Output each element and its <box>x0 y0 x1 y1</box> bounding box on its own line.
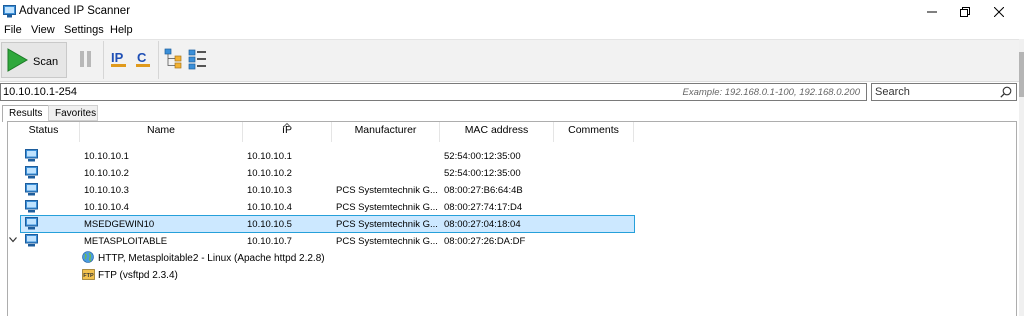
service-item-http[interactable]: HTTP, Metasploitable2 - Linux (Apache ht… <box>8 250 1018 267</box>
row-mac: 52:54:00:12:35:00 <box>444 151 521 162</box>
close-icon <box>994 6 1004 17</box>
minimize-icon <box>927 11 937 12</box>
row-mac: 52:54:00:12:35:00 <box>444 168 521 179</box>
svg-text:IP: IP <box>111 50 124 65</box>
tab-results[interactable]: Results <box>2 105 49 122</box>
column-header-manufacturer[interactable]: Manufacturer <box>332 122 440 142</box>
menu-bar: File View Settings Help <box>0 23 1024 39</box>
row-name: MSEDGEWIN10 <box>84 219 155 230</box>
row-ip: 10.10.10.7 <box>247 236 292 247</box>
column-header-status[interactable]: Status <box>8 122 80 142</box>
list-view-button[interactable] <box>188 48 208 70</box>
ftp-icon: FTP <box>82 269 95 280</box>
ip-range-value: 10.10.10.1-254 <box>3 86 78 98</box>
search-icon[interactable] <box>1000 86 1012 98</box>
computer-online-icon <box>25 234 38 247</box>
tree-view-button[interactable] <box>164 48 184 70</box>
row-ip: 10.10.10.3 <box>247 185 292 196</box>
play-icon <box>7 48 28 72</box>
menu-settings[interactable]: Settings <box>63 24 105 36</box>
row-mac: 08:00:27:74:17:D4 <box>444 202 523 213</box>
service-label: FTP (vsftpd 2.3.4) <box>98 270 178 281</box>
toolbar-divider <box>103 41 104 79</box>
chevron-down-icon[interactable] <box>9 237 17 243</box>
table-row[interactable]: 10.10.10.4 10.10.10.4 PCS Systemtechnik … <box>8 199 1018 216</box>
row-manufacturer: PCS Systemtechnik G... <box>336 185 438 196</box>
service-label: HTTP, Metasploitable2 - Linux (Apache ht… <box>98 253 325 264</box>
scrollbar-thumb[interactable] <box>1019 52 1024 97</box>
scan-button[interactable]: Scan <box>1 42 67 78</box>
table-row[interactable]: 10.10.10.2 10.10.10.2 52:54:00:12:35:00 <box>8 165 1018 182</box>
row-mac: 08:00:27:04:18:04 <box>444 219 521 230</box>
row-ip: 10.10.10.1 <box>247 151 292 162</box>
row-ip: 10.10.10.5 <box>247 219 292 230</box>
service-item-ftp[interactable]: FTP FTP (vsftpd 2.3.4) <box>8 267 1018 284</box>
restore-icon <box>960 6 970 17</box>
ip-range-example-hint: Example: 192.168.0.1-100, 192.168.0.200 <box>682 87 860 98</box>
row-name: 10.10.10.2 <box>84 168 129 179</box>
computer-online-icon <box>25 166 38 179</box>
row-ip: 10.10.10.4 <box>247 202 292 213</box>
sort-ascending-icon <box>283 123 291 128</box>
table-row[interactable]: 10.10.10.1 10.10.10.1 52:54:00:12:35:00 <box>8 148 1018 165</box>
svg-text:FTP: FTP <box>83 273 94 279</box>
search-placeholder: Search <box>875 86 910 98</box>
app-logo-icon <box>3 5 16 18</box>
ip-range-button[interactable]: IP <box>111 49 127 69</box>
row-name: METASPLOITABLE <box>84 236 168 247</box>
row-mac: 08:00:27:26:DA:DF <box>444 236 526 247</box>
class-c-subnet-button[interactable]: C <box>136 49 152 69</box>
menu-file[interactable]: File <box>3 24 23 36</box>
column-header-mac[interactable]: MAC address <box>440 122 554 142</box>
row-name: 10.10.10.1 <box>84 151 129 162</box>
computer-online-icon <box>25 183 38 196</box>
list-view-icon <box>188 49 206 70</box>
column-header-comments[interactable]: Comments <box>554 122 634 142</box>
class-c-icon: C <box>136 50 150 67</box>
ip-range-input[interactable]: 10.10.10.1-254 Example: 192.168.0.1-100,… <box>0 83 867 101</box>
pause-button[interactable] <box>79 49 93 69</box>
table-row[interactable]: METASPLOITABLE 10.10.10.7 PCS Systemtech… <box>8 233 1018 250</box>
column-header-name[interactable]: Name <box>80 122 243 142</box>
column-header-ip[interactable]: IP <box>243 122 332 142</box>
tree-view-icon <box>164 48 182 69</box>
row-manufacturer: PCS Systemtechnik G... <box>336 236 438 247</box>
row-manufacturer: PCS Systemtechnik G... <box>336 219 438 230</box>
pause-icon <box>80 51 91 67</box>
menu-view[interactable]: View <box>30 24 56 36</box>
toolbar: Scan IP C <box>0 39 1024 82</box>
table-row[interactable]: 10.10.10.3 10.10.10.3 PCS Systemtechnik … <box>8 182 1018 199</box>
table-row-selected[interactable]: MSEDGEWIN10 10.10.10.5 PCS Systemtechnik… <box>20 215 635 233</box>
title-bar[interactable]: Advanced IP Scanner <box>0 0 1024 23</box>
toolbar-divider <box>158 41 159 79</box>
globe-icon <box>82 251 94 263</box>
computer-online-icon <box>25 217 38 230</box>
menu-help[interactable]: Help <box>109 24 134 36</box>
ip-icon: IP <box>111 50 126 67</box>
result-tabs: Results Favorites <box>0 105 1024 122</box>
search-input[interactable]: Search <box>871 83 1017 101</box>
row-name: 10.10.10.4 <box>84 202 129 213</box>
scan-label: Scan <box>33 56 59 68</box>
computer-online-icon <box>25 200 38 213</box>
results-list[interactable]: Status Name IP Manufacturer MAC address … <box>7 121 1017 316</box>
tab-favorites[interactable]: Favorites <box>48 105 98 121</box>
row-mac: 08:00:27:B6:64:4B <box>444 185 523 196</box>
row-name: 10.10.10.3 <box>84 185 129 196</box>
window-title: Advanced IP Scanner <box>19 5 131 17</box>
row-ip: 10.10.10.2 <box>247 168 292 179</box>
close-button[interactable] <box>976 0 1022 23</box>
svg-text:C: C <box>137 50 147 65</box>
row-manufacturer: PCS Systemtechnik G... <box>336 202 438 213</box>
computer-online-icon <box>25 149 38 162</box>
